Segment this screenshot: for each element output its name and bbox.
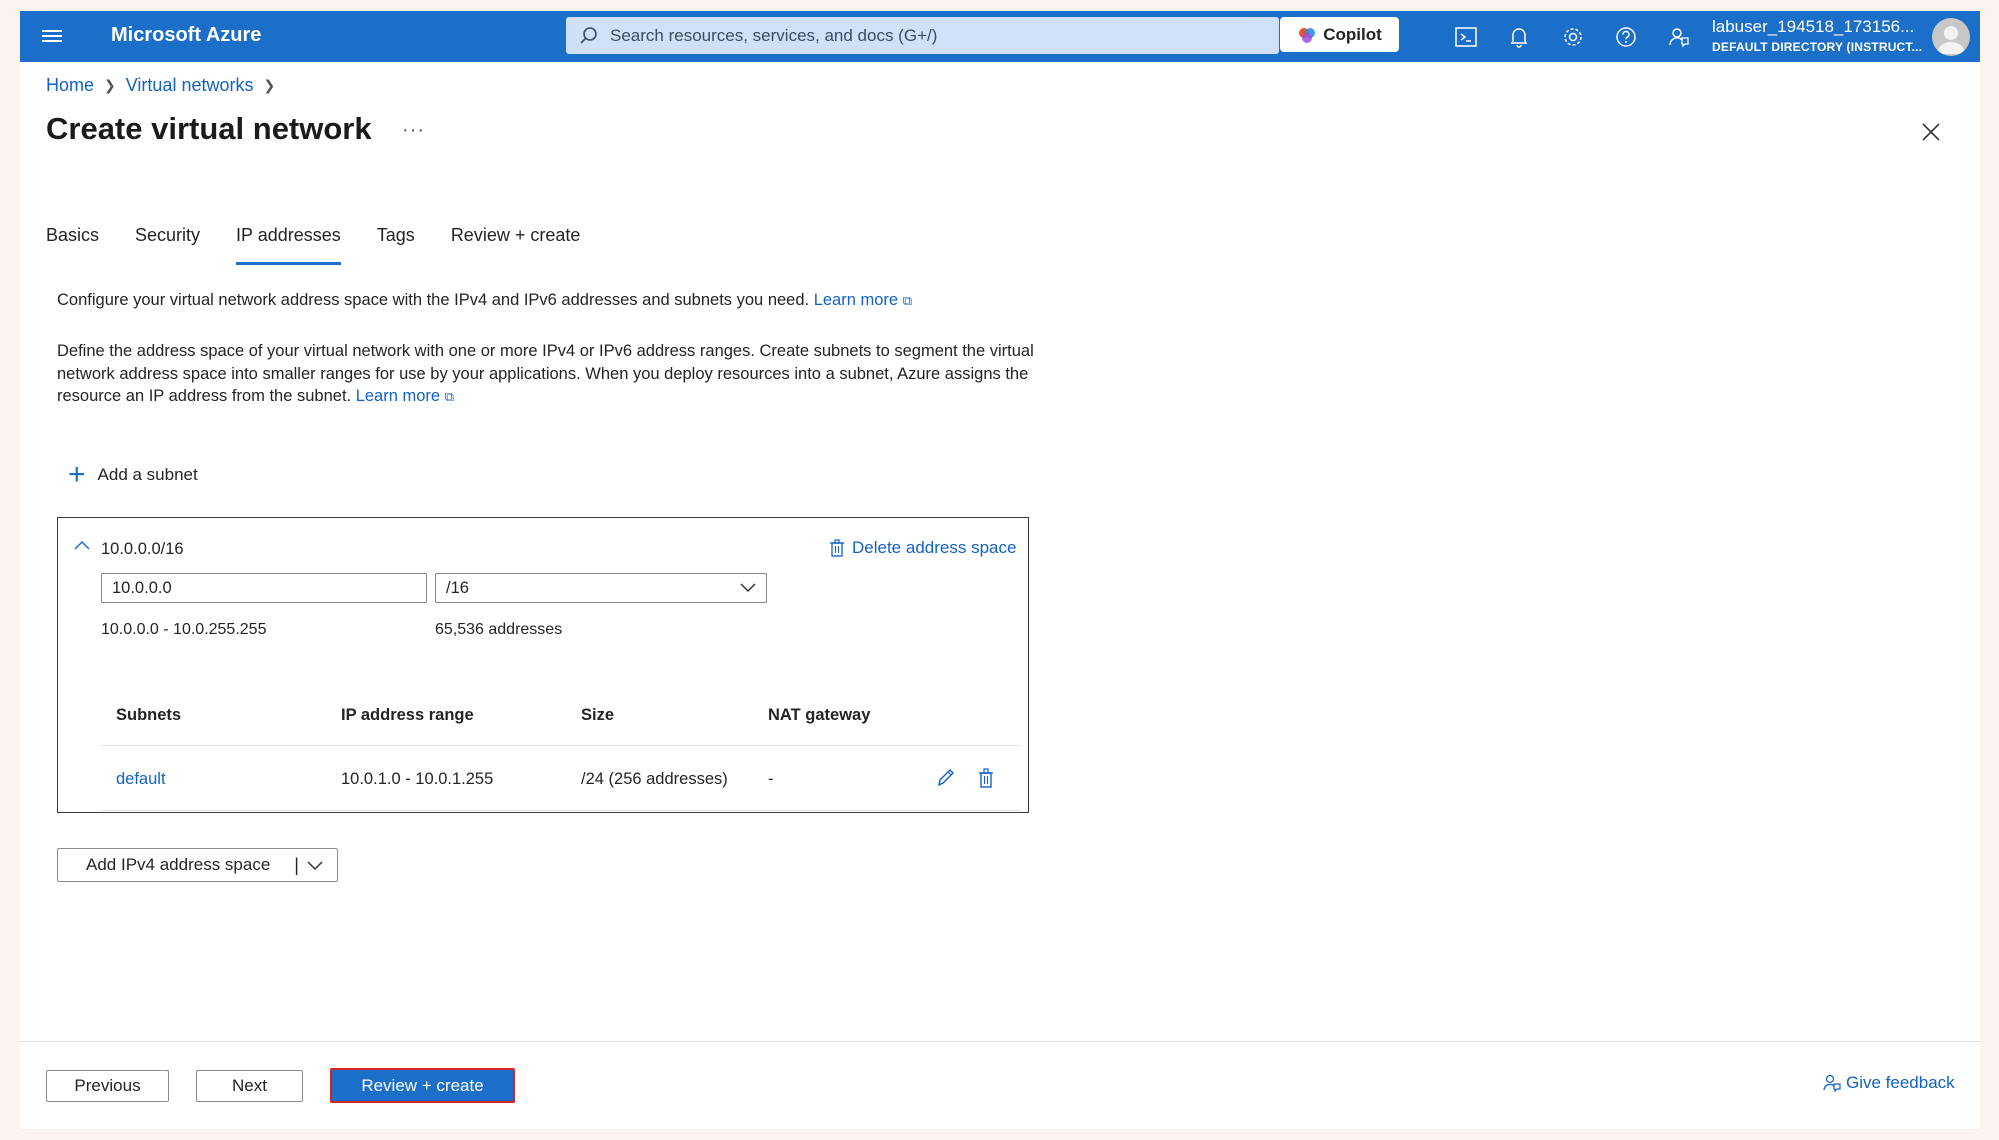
chevron-right-icon: ❯ — [104, 77, 116, 93]
chevron-down-icon[interactable] — [307, 861, 323, 871]
tab-ip-addresses[interactable]: IP addresses — [236, 225, 341, 265]
external-link-icon: ⧉ — [444, 389, 454, 404]
close-icon[interactable] — [1920, 121, 1942, 143]
learn-more-link[interactable]: Learn more — [814, 291, 898, 309]
description-text: Define the address space of your virtual… — [57, 342, 1034, 405]
feedback-icon[interactable] — [1666, 24, 1692, 50]
add-subnet-label: Add a subnet — [97, 465, 198, 484]
footer-divider — [20, 1041, 1980, 1042]
address-range-text: 10.0.0.0 - 10.0.255.255 — [101, 621, 267, 638]
search-placeholder: Search resources, services, and docs (G+… — [610, 25, 938, 45]
notifications-icon[interactable] — [1506, 24, 1532, 50]
top-bar: Microsoft Azure Search resources, servic… — [20, 11, 1980, 62]
tab-security[interactable]: Security — [135, 225, 200, 265]
table-divider — [101, 810, 1021, 811]
intro-line: Configure your virtual network address s… — [57, 291, 810, 309]
add-ipv4-address-space-button[interactable]: Add IPv4 address space | — [57, 848, 338, 882]
user-account[interactable]: labuser_194518_173156... DEFAULT DIRECTO… — [1712, 17, 1922, 54]
avatar-icon — [1937, 26, 1965, 54]
copilot-button[interactable]: Copilot — [1280, 17, 1399, 52]
tab-tags[interactable]: Tags — [377, 225, 415, 265]
column-header-ip-range: IP address range — [341, 706, 474, 724]
tab-basics[interactable]: Basics — [46, 225, 99, 265]
breadcrumb-virtual-networks[interactable]: Virtual networks — [126, 75, 254, 96]
breadcrumb: Home ❯ Virtual networks ❯ — [46, 75, 275, 96]
menu-icon[interactable] — [42, 27, 62, 47]
column-header-nat-gateway: NAT gateway — [768, 706, 871, 724]
subnet-size-cell: /24 (256 addresses) — [581, 770, 728, 788]
feedback-person-icon — [1823, 1074, 1841, 1093]
copilot-icon — [1299, 27, 1316, 43]
external-link-icon: ⧉ — [902, 293, 912, 308]
tab-review-create[interactable]: Review + create — [451, 225, 581, 265]
wizard-tabs: Basics Security IP addresses Tags Review… — [46, 225, 616, 265]
give-feedback-label: Give feedback — [1846, 1073, 1955, 1092]
breadcrumb-home[interactable]: Home — [46, 75, 94, 96]
description-paragraph: Define the address space of your virtual… — [57, 340, 1057, 409]
copilot-label: Copilot — [1323, 24, 1382, 44]
column-header-subnets: Subnets — [116, 706, 182, 724]
split-divider: | — [294, 854, 299, 875]
portal-frame: Microsoft Azure Search resources, servic… — [20, 11, 1980, 1129]
delete-subnet-icon[interactable] — [976, 767, 996, 789]
review-create-button[interactable]: Review + create — [330, 1068, 515, 1103]
edit-icon[interactable] — [936, 767, 956, 789]
trash-icon — [830, 539, 844, 557]
column-header-size: Size — [581, 706, 615, 724]
learn-more-link-2[interactable]: Learn more — [356, 387, 440, 405]
search-box[interactable]: Search resources, services, and docs (G+… — [566, 17, 1279, 54]
chevron-down-icon — [740, 583, 756, 593]
delete-address-space-label: Delete address space — [852, 538, 1017, 557]
intro-text: Configure your virtual network address s… — [57, 291, 912, 310]
directory-name: DEFAULT DIRECTORY (INSTRUCT... — [1712, 40, 1923, 54]
delete-address-space-button[interactable]: Delete address space — [830, 538, 1016, 558]
help-icon[interactable] — [1613, 24, 1639, 50]
subnet-mask-select[interactable]: /16 — [435, 573, 767, 603]
subnet-range-cell: 10.0.1.0 - 10.0.1.255 — [341, 770, 494, 788]
search-icon — [580, 26, 597, 44]
subnet-default-link[interactable]: default — [116, 770, 166, 789]
table-divider — [101, 745, 1021, 746]
plus-icon: + — [68, 458, 86, 491]
previous-button[interactable]: Previous — [46, 1070, 169, 1102]
add-ipv4-label: Add IPv4 address space — [86, 855, 271, 874]
address-space-title: 10.0.0.0/16 — [101, 540, 184, 558]
subnet-nat-cell: - — [768, 770, 774, 788]
page-title: Create virtual network — [46, 111, 372, 146]
chevron-right-icon: ❯ — [263, 77, 276, 93]
address-count-text: 65,536 addresses — [435, 621, 563, 638]
ip-address-input[interactable] — [101, 573, 427, 603]
chevron-up-icon[interactable] — [74, 540, 90, 550]
more-options-icon[interactable]: ··· — [402, 119, 425, 142]
subnet-mask-value: /16 — [446, 578, 469, 597]
cloud-shell-icon[interactable] — [1453, 24, 1479, 50]
user-name: labuser_194518_173156... — [1712, 17, 1915, 36]
give-feedback-link[interactable]: Give feedback — [1822, 1073, 1955, 1093]
brand-title[interactable]: Microsoft Azure — [111, 24, 261, 47]
address-space-panel: 10.0.0.0/16 Delete address space /16 10.… — [57, 517, 1029, 813]
avatar[interactable] — [1932, 18, 1970, 56]
next-button[interactable]: Next — [196, 1070, 303, 1102]
add-subnet-button[interactable]: + Add a subnet — [68, 458, 198, 491]
settings-icon[interactable] — [1560, 24, 1586, 50]
